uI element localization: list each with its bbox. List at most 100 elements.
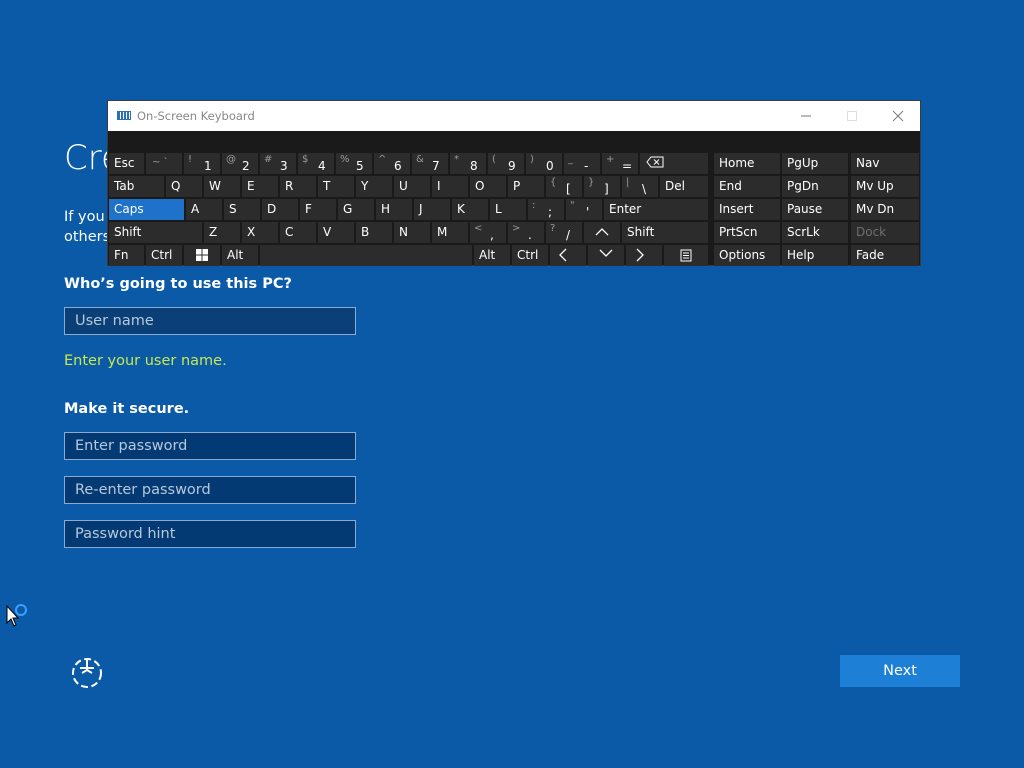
key-9[interactable]: (9 [488,153,524,174]
key-alt-right[interactable]: Alt [474,245,510,266]
key-caps[interactable]: Caps [109,199,184,220]
key-comma[interactable]: <, [470,222,506,243]
key-tab[interactable]: Tab [109,176,164,197]
key-r[interactable]: R [280,176,316,197]
username-input[interactable] [64,307,356,335]
key-right-arrow[interactable] [626,245,662,266]
key-6[interactable]: ^ 6 [374,153,410,174]
key-backtick[interactable]: ~ ` [146,153,182,174]
key-semicolon[interactable]: :; [528,199,564,220]
key-m[interactable]: M [432,222,468,243]
key-n[interactable]: N [394,222,430,243]
close-button[interactable] [876,101,920,131]
key-f[interactable]: F [300,199,336,220]
key-fn[interactable]: Fn [109,245,144,266]
key-mv-up[interactable]: Mv Up [851,176,919,197]
key-d[interactable]: D [262,199,298,220]
password-input[interactable] [64,432,356,460]
username-error-hint: Enter your user name. [64,353,227,369]
key-options[interactable]: Options [714,245,780,266]
key-l[interactable]: L [490,199,526,220]
key-end[interactable]: End [714,176,780,197]
backspace-icon [646,156,664,168]
key-a[interactable]: A [186,199,222,220]
key-backslash[interactable]: | \ [622,176,658,197]
key-windows[interactable] [184,245,220,266]
key-prtscn[interactable]: PrtScn [714,222,780,243]
key-x[interactable]: X [242,222,278,243]
key-space[interactable] [260,245,472,266]
key-period[interactable]: >. [508,222,544,243]
key-help[interactable]: Help [782,245,848,266]
key-1[interactable]: ! 1 [184,153,220,174]
key-menu[interactable] [664,245,708,266]
key-left-arrow[interactable] [550,245,586,266]
key-c[interactable]: C [280,222,316,243]
next-button[interactable]: Next [840,655,960,687]
key-w[interactable]: W [204,176,240,197]
key-enter[interactable]: Enter [604,199,708,220]
key-right-bracket[interactable]: }] [584,176,620,197]
close-icon [892,110,904,122]
key-e[interactable]: E [242,176,278,197]
key-4[interactable]: $4 [298,153,334,174]
left-arrow-icon [559,248,567,262]
key-insert[interactable]: Insert [714,199,780,220]
up-arrow-icon [595,228,609,236]
key-minus[interactable]: _ - [564,153,600,174]
key-backspace[interactable] [640,153,708,174]
key-j[interactable]: J [414,199,450,220]
key-8[interactable]: * 8 [450,153,486,174]
key-2[interactable]: @2 [222,153,258,174]
key-y[interactable]: Y [356,176,392,197]
key-fade[interactable]: Fade [851,245,919,266]
key-nav[interactable]: Nav [851,153,919,174]
key-5[interactable]: % 5 [336,153,372,174]
key-alt-left[interactable]: Alt [222,245,258,266]
key-quote[interactable]: " ' [566,199,602,220]
key-shift-right[interactable]: Shift [622,222,708,243]
key-equals[interactable]: + = [602,153,638,174]
key-scrlk[interactable]: ScrLk [782,222,848,243]
key-up-arrow[interactable] [584,222,620,243]
key-g[interactable]: G [338,199,374,220]
key-slash[interactable]: ? / [546,222,582,243]
maximize-button[interactable] [830,101,874,131]
key-3[interactable]: #3 [260,153,296,174]
key-h[interactable]: H [376,199,412,220]
reenter-password-input[interactable] [64,476,356,504]
key-pgdn[interactable]: PgDn [782,176,848,197]
password-hint-input[interactable] [64,520,356,548]
key-esc[interactable]: Esc [109,153,144,174]
key-7[interactable]: & 7 [412,153,448,174]
key-0[interactable]: ) 0 [526,153,562,174]
right-arrow-icon [636,248,644,262]
key-i[interactable]: I [432,176,468,197]
key-t[interactable]: T [318,176,354,197]
key-k[interactable]: K [452,199,488,220]
key-s[interactable]: S [224,199,260,220]
key-dock[interactable]: Dock [851,222,919,243]
key-v[interactable]: V [318,222,354,243]
key-q[interactable]: Q [166,176,202,197]
key-p[interactable]: P [508,176,544,197]
key-o[interactable]: O [470,176,506,197]
key-mv-dn[interactable]: Mv Dn [851,199,919,220]
key-u[interactable]: U [394,176,430,197]
context-menu-icon [680,249,692,262]
key-ctrl-right[interactable]: Ctrl [512,245,548,266]
key-left-bracket[interactable]: {[ [546,176,582,197]
key-pgup[interactable]: PgUp [782,153,848,174]
key-del[interactable]: Del [660,176,708,197]
down-arrow-icon [599,249,613,257]
key-down-arrow[interactable] [588,245,624,266]
key-home[interactable]: Home [714,153,780,174]
key-z[interactable]: Z [204,222,240,243]
osk-titlebar[interactable]: On-Screen Keyboard [108,101,920,131]
key-b[interactable]: B [356,222,392,243]
key-ctrl-left[interactable]: Ctrl [146,245,182,266]
minimize-button[interactable] [784,101,828,131]
ease-of-access-button[interactable] [70,655,106,689]
key-pause[interactable]: Pause [782,199,848,220]
key-shift-left[interactable]: Shift [109,222,202,243]
